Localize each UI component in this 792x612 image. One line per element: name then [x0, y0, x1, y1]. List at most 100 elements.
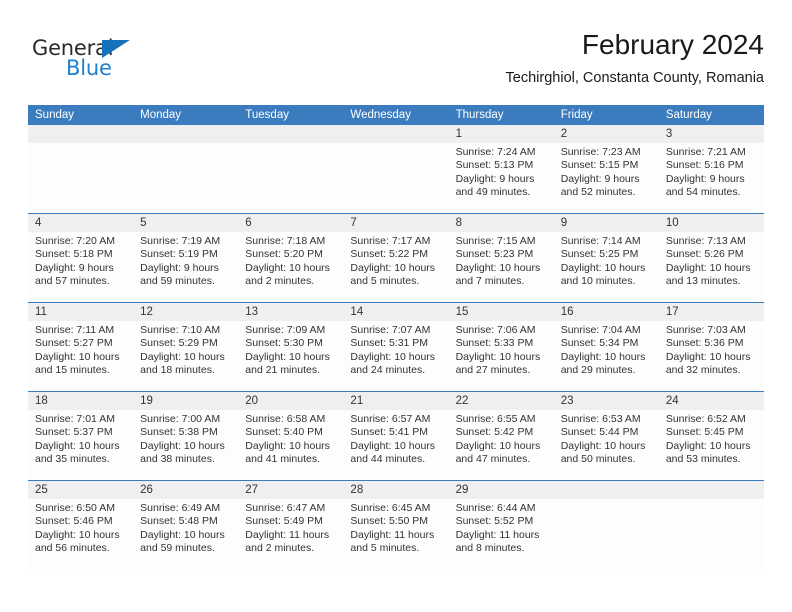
day-cell[interactable]: Sunrise: 7:15 AM Sunset: 5:23 PM Daylight:…	[449, 232, 554, 302]
day-detail-line: Daylight: 10 hours	[35, 439, 120, 452]
day-detail-line: Daylight: 10 hours	[35, 528, 120, 541]
day-detail-line: Sunrise: 7:24 AM	[455, 146, 536, 158]
day-cell[interactable]: Sunrise: 7:17 AM Sunset: 5:22 PM Daylight:…	[343, 232, 448, 302]
day-detail-band: Sunrise: 6:50 AM Sunset: 5:46 PM Daylight:…	[28, 499, 764, 569]
day-detail-line: Daylight: 10 hours	[350, 350, 436, 363]
day-cell[interactable]: Sunrise: 7:10 AM Sunset: 5:29 PM Daylight:…	[133, 321, 238, 391]
day-detail-line: Daylight: 11 hours	[245, 528, 330, 541]
day-cell[interactable]: Sunrise: 7:14 AM Sunset: 5:25 PM Daylight:…	[554, 232, 659, 302]
day-detail-line: Sunset: 5:30 PM	[245, 337, 323, 350]
day-number[interactable]: 8	[449, 214, 554, 232]
day-detail-line: Sunset: 5:49 PM	[245, 515, 323, 528]
day-detail-line: Daylight: 10 hours	[560, 350, 646, 363]
day-cell[interactable]: Sunrise: 7:00 AM Sunset: 5:38 PM Daylight:…	[133, 410, 238, 480]
day-number[interactable]: 29	[449, 481, 554, 499]
general-blue-logo[interactable]: General Blue	[32, 36, 212, 92]
day-cell[interactable]: Sunrise: 6:58 AM Sunset: 5:40 PM Daylight:…	[238, 410, 343, 480]
day-number[interactable]: 1	[449, 125, 554, 143]
day-number[interactable]: 14	[343, 303, 448, 321]
day-cell[interactable]: Sunrise: 6:49 AM Sunset: 5:48 PM Daylight:…	[133, 499, 238, 569]
day-number[interactable]: 17	[659, 303, 764, 321]
day-detail-line: and 59 minutes.	[140, 275, 215, 288]
day-detail-line: Daylight: 10 hours	[35, 350, 120, 363]
day-detail-line: Daylight: 10 hours	[665, 261, 751, 274]
day-number[interactable]: 6	[238, 214, 343, 232]
day-detail-line: and 59 minutes.	[140, 542, 215, 555]
day-number[interactable]: 10	[659, 214, 764, 232]
day-cell[interactable]: Sunrise: 7:03 AM Sunset: 5:36 PM Daylight:…	[659, 321, 764, 391]
day-cell[interactable]: Sunrise: 6:50 AM Sunset: 5:46 PM Daylight:…	[28, 499, 133, 569]
day-cell[interactable]: Sunrise: 7:19 AM Sunset: 5:19 PM Daylight:…	[133, 232, 238, 302]
day-detail-line: Sunrise: 7:19 AM	[140, 235, 221, 247]
day-number[interactable]: 20	[238, 392, 343, 410]
day-detail-line: Sunset: 5:19 PM	[140, 248, 218, 261]
day-detail-line: Sunset: 5:22 PM	[350, 248, 429, 261]
day-cell[interactable]: Sunrise: 6:55 AM Sunset: 5:42 PM Daylight:…	[449, 410, 554, 480]
day-cell[interactable]: Sunrise: 6:52 AM Sunset: 5:45 PM Daylight:…	[659, 410, 764, 480]
day-number[interactable]: 4	[28, 214, 133, 232]
page-subtitle: Techirghiol, Constanta County, Romania	[505, 70, 764, 86]
day-cell[interactable]: Sunrise: 7:01 AM Sunset: 5:37 PM Daylight:…	[28, 410, 133, 480]
day-number[interactable]: 13	[238, 303, 343, 321]
day-detail-line: and 35 minutes.	[35, 453, 110, 466]
day-detail-line: Sunset: 5:44 PM	[560, 426, 639, 439]
day-number[interactable]: 23	[554, 392, 659, 410]
day-number[interactable]: 21	[343, 392, 448, 410]
day-number[interactable]: 2	[554, 125, 659, 143]
day-cell[interactable]: Sunrise: 7:21 AM Sunset: 5:16 PM Daylight:…	[659, 143, 764, 213]
day-number[interactable]: 27	[238, 481, 343, 499]
day-number[interactable]: 28	[343, 481, 448, 499]
day-cell[interactable]: Sunrise: 7:18 AM Sunset: 5:20 PM Daylight:…	[238, 232, 343, 302]
day-detail-line: Daylight: 10 hours	[560, 439, 646, 452]
day-detail-line: Sunset: 5:50 PM	[350, 515, 429, 528]
day-detail-line: Daylight: 10 hours	[245, 439, 330, 452]
day-detail-line: and 24 minutes.	[350, 364, 426, 377]
day-detail-line: Sunrise: 6:58 AM	[245, 413, 326, 425]
day-number[interactable]: 7	[343, 214, 448, 232]
day-number[interactable]: 15	[449, 303, 554, 321]
day-number[interactable]: 22	[449, 392, 554, 410]
day-cell[interactable]: Sunrise: 7:23 AM Sunset: 5:15 PM Daylight:…	[554, 143, 659, 213]
day-detail-line: and 54 minutes.	[665, 186, 741, 199]
day-cell[interactable]: Sunrise: 7:09 AM Sunset: 5:30 PM Daylight:…	[238, 321, 343, 391]
day-cell-empty	[343, 143, 448, 213]
day-cell-empty	[28, 143, 133, 213]
day-detail-band: Sunrise: 7:11 AM Sunset: 5:27 PM Daylight:…	[28, 321, 764, 391]
day-detail-line: Sunset: 5:41 PM	[350, 426, 429, 439]
day-cell[interactable]: Sunrise: 6:45 AM Sunset: 5:50 PM Daylight:…	[343, 499, 448, 569]
day-number[interactable]: 11	[28, 303, 133, 321]
day-detail-band: Sunrise: 7:24 AM Sunset: 5:13 PM Daylight:…	[28, 143, 764, 213]
day-number[interactable]: 9	[554, 214, 659, 232]
day-cell[interactable]: Sunrise: 7:24 AM Sunset: 5:13 PM Daylight:…	[449, 143, 554, 213]
day-cell[interactable]: Sunrise: 7:07 AM Sunset: 5:31 PM Daylight:…	[343, 321, 448, 391]
day-detail-line: and 18 minutes.	[140, 364, 215, 377]
day-cell[interactable]: Sunrise: 7:06 AM Sunset: 5:33 PM Daylight:…	[449, 321, 554, 391]
day-cell[interactable]: Sunrise: 7:11 AM Sunset: 5:27 PM Daylight:…	[28, 321, 133, 391]
day-cell[interactable]: Sunrise: 6:53 AM Sunset: 5:44 PM Daylight:…	[554, 410, 659, 480]
day-detail-line: Sunrise: 7:18 AM	[245, 235, 326, 247]
day-cell[interactable]: Sunrise: 7:13 AM Sunset: 5:26 PM Daylight:…	[659, 232, 764, 302]
day-number[interactable]: 24	[659, 392, 764, 410]
day-number[interactable]: 25	[28, 481, 133, 499]
day-cell[interactable]: Sunrise: 6:44 AM Sunset: 5:52 PM Daylight:…	[449, 499, 554, 569]
page-title: February 2024	[581, 29, 764, 60]
day-number-empty	[28, 125, 133, 143]
day-cell[interactable]: Sunrise: 6:57 AM Sunset: 5:41 PM Daylight:…	[343, 410, 448, 480]
day-number[interactable]: 3	[659, 125, 764, 143]
day-number[interactable]: 5	[133, 214, 238, 232]
calendar-week-row: 1 2 3 Sunrise: 7:24 AM Sunset: 5:13 PM Daylig…	[28, 125, 764, 213]
day-number[interactable]: 19	[133, 392, 238, 410]
calendar-week-row: 18 19 20 21 22 23 24 Sunrise: 7:01 AM Sunset: 5:…	[28, 391, 764, 480]
day-detail-band: Sunrise: 7:20 AM Sunset: 5:18 PM Daylight:…	[28, 232, 764, 302]
day-number[interactable]: 18	[28, 392, 133, 410]
day-cell[interactable]: Sunrise: 7:04 AM Sunset: 5:34 PM Daylight:…	[554, 321, 659, 391]
day-detail-line: Daylight: 10 hours	[455, 261, 541, 274]
day-number[interactable]: 16	[554, 303, 659, 321]
day-cell[interactable]: Sunrise: 6:47 AM Sunset: 5:49 PM Daylight:…	[238, 499, 343, 569]
day-number[interactable]: 12	[133, 303, 238, 321]
day-detail-line: Sunrise: 7:20 AM	[35, 235, 115, 247]
day-detail-line: and 5 minutes.	[350, 275, 420, 288]
day-number[interactable]: 26	[133, 481, 238, 499]
day-cell[interactable]: Sunrise: 7:20 AM Sunset: 5:18 PM Daylight:…	[28, 232, 133, 302]
day-detail-line: Sunrise: 7:03 AM	[665, 324, 746, 336]
